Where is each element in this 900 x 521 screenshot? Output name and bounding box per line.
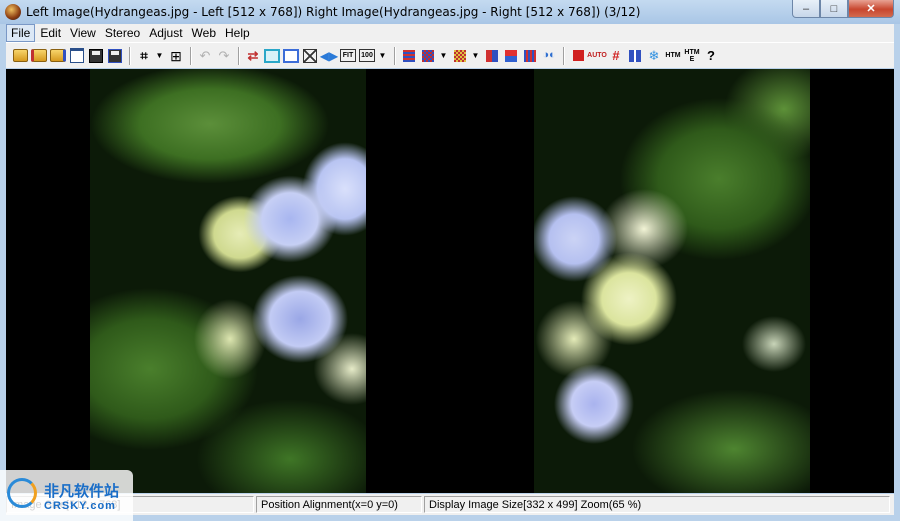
htm-icon[interactable]: HTM: [665, 48, 681, 64]
right-image[interactable]: [534, 69, 810, 493]
toolbar-separator: [190, 46, 192, 65]
menu-help[interactable]: Help: [221, 25, 254, 41]
window-icon[interactable]: [69, 48, 85, 64]
maximize-button[interactable]: □: [820, 0, 848, 18]
menu-edit[interactable]: Edit: [36, 25, 65, 41]
menu-bar: File Edit View Stereo Adjust Web Help: [6, 24, 894, 42]
mode-dropdown-chevron-down-icon[interactable]: ▼: [439, 48, 448, 64]
red-cyan-icon[interactable]: [503, 48, 519, 64]
grid-icon[interactable]: #: [608, 48, 624, 64]
title-bar: Left Image(Hydrangeas.jpg - Left [512 x …: [0, 0, 900, 24]
fullscreen-icon[interactable]: [302, 48, 318, 64]
interlaced-icon[interactable]: [401, 48, 417, 64]
back-icon[interactable]: ◀▶: [320, 48, 338, 64]
htm-e-icon[interactable]: HTM E: [684, 48, 700, 64]
glasses-icon[interactable]: ◑◐: [541, 48, 557, 64]
toolbar-separator: [238, 46, 240, 65]
app-icon[interactable]: [5, 4, 21, 20]
toolbar-separator: [129, 46, 131, 65]
image-viewport[interactable]: [6, 69, 894, 493]
window-controls: – □ ✕: [792, 0, 894, 18]
redo-icon[interactable]: ↷: [216, 48, 232, 64]
toolbar-separator: [563, 46, 565, 65]
auto-icon[interactable]: AUTO: [587, 48, 607, 64]
status-bar: Image Size[512 x 768] Position Alignment…: [6, 494, 894, 515]
swap-icon[interactable]: ⇄: [245, 48, 261, 64]
watermark-en: CRSKY.com: [44, 500, 116, 512]
fit-window-icon[interactable]: [264, 48, 280, 64]
menu-view[interactable]: View: [66, 25, 100, 41]
frame-icon[interactable]: [283, 48, 299, 64]
toolbar-separator: [394, 46, 396, 65]
crop-icon[interactable]: ⌗: [136, 48, 152, 64]
minimize-button[interactable]: –: [792, 0, 820, 18]
checker-icon[interactable]: [420, 48, 436, 64]
zoom-dropdown-chevron-down-icon[interactable]: ▼: [378, 48, 387, 64]
columns-icon[interactable]: [522, 48, 538, 64]
color-checker-icon[interactable]: [452, 48, 468, 64]
zoom-100-icon[interactable]: 100: [359, 48, 375, 64]
open-right-icon[interactable]: [50, 48, 66, 64]
window-title: Left Image(Hydrangeas.jpg - Left [512 x …: [26, 5, 641, 19]
red-blue-icon[interactable]: [484, 48, 500, 64]
menu-file[interactable]: File: [6, 24, 36, 42]
color-dropdown-chevron-down-icon[interactable]: ▼: [471, 48, 480, 64]
snowflake-icon[interactable]: ❄: [646, 48, 662, 64]
side-by-side-icon[interactable]: [627, 48, 643, 64]
watermark-cn: 非凡软件站: [44, 482, 120, 500]
open-icon[interactable]: [12, 48, 28, 64]
help-icon[interactable]: ?: [703, 48, 719, 64]
zoom-label: 100: [359, 49, 375, 62]
undo-icon[interactable]: ↶: [197, 48, 213, 64]
open-left-icon[interactable]: [31, 48, 47, 64]
status-display-size: Display Image Size[332 x 499] Zoom(65 %): [424, 496, 890, 513]
save-icon[interactable]: [88, 48, 104, 64]
left-image[interactable]: [90, 69, 366, 493]
red-square-icon[interactable]: [570, 48, 586, 64]
watermark-logo-icon: [7, 478, 37, 508]
menu-web[interactable]: Web: [188, 25, 220, 41]
close-button[interactable]: ✕: [848, 0, 894, 18]
align-icon[interactable]: ⊞: [168, 48, 184, 64]
menu-adjust[interactable]: Adjust: [145, 25, 186, 41]
menu-stereo[interactable]: Stereo: [101, 25, 144, 41]
crop-dropdown-chevron-down-icon[interactable]: ▼: [155, 48, 164, 64]
save-stereo-icon[interactable]: [107, 48, 123, 64]
fit-icon[interactable]: FIT: [340, 48, 356, 64]
toolbar: ⌗ ▼ ⊞ ↶ ↷ ⇄ ◀▶ FIT 100 ▼ ▼ ▼ ◑◐ AUTO # ❄…: [6, 42, 894, 68]
fit-label: FIT: [340, 49, 356, 62]
status-position: Position Alignment(x=0 y=0): [256, 496, 422, 513]
watermark-logo: 非凡软件站 CRSKY.com: [0, 470, 133, 521]
